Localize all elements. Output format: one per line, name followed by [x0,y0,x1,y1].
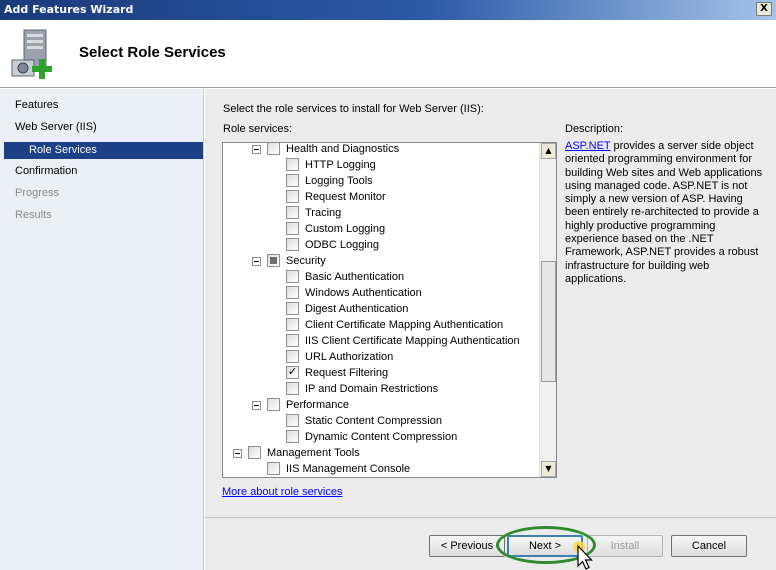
checkbox[interactable] [286,270,299,283]
tree-item-label: IIS Client Certificate Mapping Authentic… [305,335,520,347]
tree-item-label: Digest Authentication [305,303,409,315]
tree-item[interactable]: URL Authorization [223,349,541,365]
checkbox[interactable] [286,206,299,219]
scroll-down-icon[interactable]: ▼ [541,461,556,477]
close-icon: X [760,3,768,14]
checkbox[interactable] [286,318,299,331]
server-add-icon [11,29,52,79]
tree-item[interactable]: Digest Authentication [223,301,541,317]
page-title: Select Role Services [79,44,226,61]
checkbox[interactable] [286,222,299,235]
tree-item[interactable]: IIS Management Console [223,461,541,477]
checkbox[interactable] [286,238,299,251]
role-services-tree[interactable]: Health and Diagnostics HTTP Logging Loggin… [222,142,557,478]
tree-item-label: IP and Domain Restrictions [305,383,439,395]
window-title: Add Features Wizard [4,3,134,16]
tree-item[interactable]: Dynamic Content Compression [223,429,541,445]
tree-item[interactable]: Windows Authentication [223,285,541,301]
checkbox[interactable] [286,174,299,187]
collapse-icon[interactable] [252,401,261,410]
nav-item-role-services[interactable]: Role Services [4,142,203,159]
tree-item-label: IIS Management Console [286,463,411,475]
tree-item[interactable]: IIS Client Certificate Mapping Authentic… [223,333,541,349]
description-body: provides a server side object oriented p… [565,140,763,285]
tree-item[interactable]: Request Monitor [223,189,541,205]
checkbox[interactable] [248,446,261,459]
tree-item[interactable]: Health and Diagnostics [223,143,541,157]
cancel-button[interactable]: Cancel [671,535,747,557]
tree-item[interactable]: Static Content Compression [223,413,541,429]
checkbox[interactable] [267,462,280,475]
tree-item-label: Tracing [305,207,342,219]
checkbox[interactable] [267,398,280,411]
tree-item-label: URL Authorization [305,351,394,363]
tree-item[interactable]: Management Tools [223,445,541,461]
close-button[interactable]: X [756,2,772,16]
tree-item-label: Windows Authentication [305,287,422,299]
checkbox[interactable] [286,382,299,395]
window-titlebar: Add Features Wizard X [0,0,776,20]
aspnet-link[interactable]: ASP.NET [565,140,610,152]
tree-item[interactable]: ODBC Logging [223,237,541,253]
previous-button[interactable]: < Previous [429,535,505,557]
scroll-thumb[interactable] [541,261,556,382]
tree-item-label: Custom Logging [305,223,386,235]
nav-item-confirmation[interactable]: Confirmation [15,165,77,177]
checkbox[interactable] [286,414,299,427]
tree-item-label: Security [286,255,326,267]
checkbox[interactable] [286,158,299,171]
tree-item[interactable]: Security [223,253,541,269]
checkbox[interactable] [286,302,299,315]
collapse-icon[interactable] [252,257,261,266]
tree-item-label: Management Tools [267,447,360,459]
tree-item[interactable]: Performance [223,397,541,413]
tree-item-label: Logging Tools [305,175,373,187]
tree-item[interactable]: Tracing [223,205,541,221]
main-content: Select the role services to install for … [205,89,776,517]
tree-item-label: HTTP Logging [305,159,376,171]
install-button: Install [587,535,663,557]
tree-item[interactable]: Basic Authentication [223,269,541,285]
checkbox[interactable]: ✓ [286,366,299,379]
wizard-steps: Features Web Server (IIS) Role Services … [0,89,204,570]
scroll-up-icon[interactable]: ▲ [541,143,556,159]
description-text: ASP.NET provides a server side object or… [565,140,765,286]
description-label: Description: [565,123,624,135]
nav-item-progress: Progress [15,187,60,199]
tree-scrollbar[interactable]: ▲ ▼ [539,143,556,477]
more-about-role-services-link[interactable]: More about role services [222,486,342,498]
checkbox[interactable] [286,190,299,203]
checkbox[interactable] [286,334,299,347]
tree-item-label: Basic Authentication [305,271,405,283]
checkbox[interactable] [286,430,299,443]
tree-item[interactable]: Custom Logging [223,221,541,237]
tree-item[interactable]: HTTP Logging [223,157,541,173]
tree-item-label: Request Monitor [305,191,386,203]
checkbox[interactable] [267,143,280,155]
nav-item-results: Results [15,209,52,221]
button-bar: < Previous Next > Install Cancel [205,517,776,570]
tree-item-label: ODBC Logging [305,239,379,251]
checkbox[interactable] [267,254,280,267]
tree-item-label: Static Content Compression [305,415,442,427]
tree-item-label: Performance [286,399,349,411]
nav-item-features[interactable]: Features [15,99,58,111]
tree-item[interactable]: Client Certificate Mapping Authenticatio… [223,317,541,333]
tree-item[interactable]: IP and Domain Restrictions [223,381,541,397]
checkbox[interactable] [286,286,299,299]
tree-item-label: Dynamic Content Compression [305,431,458,443]
tree-item[interactable]: Logging Tools [223,173,541,189]
tree-item-label: Request Filtering [305,367,389,379]
tree-item[interactable]: ✓ Request Filtering [223,365,541,381]
mouse-cursor-icon [573,541,593,570]
checkbox[interactable] [286,350,299,363]
role-services-label: Role services: [223,123,293,135]
tree-item-label: Client Certificate Mapping Authenticatio… [305,319,504,331]
tree-item-label: Health and Diagnostics [286,143,400,155]
instruction-text: Select the role services to install for … [223,103,484,115]
collapse-icon[interactable] [233,449,242,458]
wizard-header: Select Role Services [0,20,776,88]
collapse-icon[interactable] [252,145,261,154]
nav-item-web-server[interactable]: Web Server (IIS) [15,121,97,133]
